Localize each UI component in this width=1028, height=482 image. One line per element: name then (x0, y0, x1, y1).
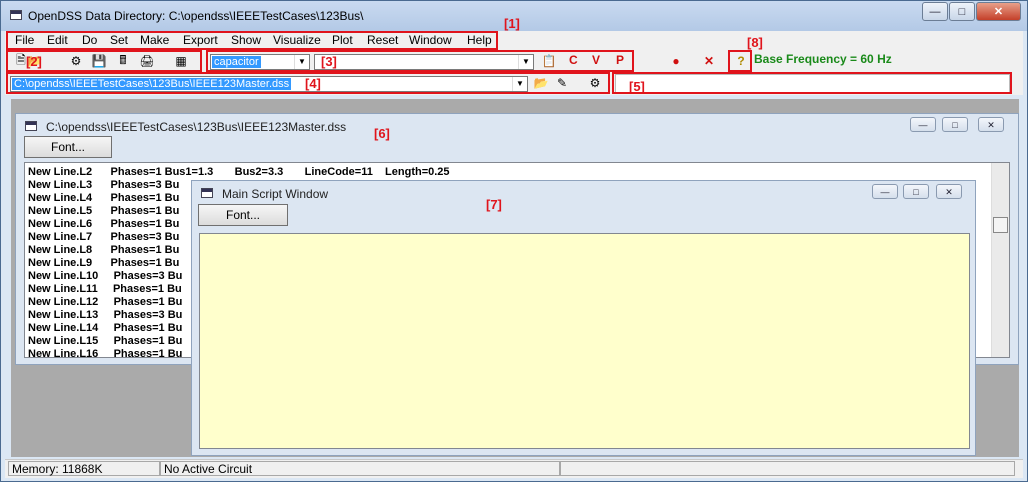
maximize-button[interactable]: □ (903, 184, 929, 199)
script-line: New Line.L10 Phases=3 Bu (28, 270, 183, 282)
minimize-button[interactable]: — (910, 117, 936, 132)
callout-label-2: [2] (26, 54, 42, 69)
close-button[interactable]: ✕ (978, 117, 1004, 132)
maximize-button[interactable]: □ (949, 2, 975, 21)
callout-box-1 (6, 31, 498, 50)
callout-label-6: [6] (374, 126, 390, 141)
base-frequency-label: Base Frequency = 60 Hz (754, 52, 892, 66)
script-line: New Line.L6 Phases=1 Bu (28, 218, 180, 230)
script-line: New Line.L2 Phases=1 Bus1=1.3 Bus2=3.3 L… (28, 166, 450, 178)
document-icon (25, 121, 37, 131)
script-line: New Line.L16 Phases=1 Bu (28, 348, 183, 358)
callout-label-4: [4] (305, 76, 321, 91)
minimize-button[interactable]: — (922, 2, 948, 21)
font-button[interactable]: Font... (198, 204, 288, 226)
script-window-title: Main Script Window (222, 187, 329, 201)
editor-window-title: C:\opendss\IEEETestCases\123Bus\IEEE123M… (46, 120, 347, 134)
callout-box-8 (728, 50, 752, 72)
circuit-status: No Active Circuit (160, 461, 560, 476)
script-line: New Line.L7 Phases=3 Bu (28, 231, 180, 243)
status-bar: Memory: 11868K No Active Circuit (5, 459, 1023, 478)
font-button[interactable]: Font... (24, 136, 112, 158)
script-line: New Line.L12 Phases=1 Bu (28, 296, 183, 308)
callout-label-7: [7] (486, 197, 502, 212)
memory-status: Memory: 11868K (8, 461, 160, 476)
callout-label-5: [5] (629, 79, 645, 94)
script-line: New Line.L11 Phases=1 Bu (28, 283, 182, 295)
minimize-button[interactable]: — (872, 184, 898, 199)
vertical-scrollbar[interactable] (991, 163, 1009, 357)
close-button[interactable]: ✕ (976, 2, 1021, 21)
window-title: OpenDSS Data Directory: C:\opendss\IEEET… (28, 9, 364, 23)
main-script-window: Main Script Window — □ ✕ Font... (191, 180, 976, 456)
script-line: New Line.L14 Phases=1 Bu (28, 322, 183, 334)
script-line: New Line.L4 Phases=1 Bu (28, 192, 180, 204)
callout-label-8: [8] (747, 35, 763, 50)
window-icon (201, 188, 213, 198)
script-line: New Line.L13 Phases=3 Bu (28, 309, 183, 321)
script-line: New Line.L5 Phases=1 Bu (28, 205, 180, 217)
status-panel-empty (560, 461, 1015, 476)
script-line: New Line.L15 Phases=1 Bu (28, 335, 183, 347)
callout-label-3: [3] (321, 54, 337, 69)
stop-icon[interactable]: ✕ (701, 53, 717, 69)
script-line: New Line.L3 Phases=3 Bu (28, 179, 180, 191)
callout-box-5 (612, 72, 1012, 94)
script-line: New Line.L9 Phases=1 Bu (28, 257, 180, 269)
app-icon (10, 10, 22, 20)
scroll-thumb[interactable] (993, 217, 1008, 233)
record-icon[interactable]: ● (668, 53, 684, 69)
close-button[interactable]: ✕ (936, 184, 962, 199)
script-line: New Line.L8 Phases=1 Bu (28, 244, 180, 256)
opendss-app-window: OpenDSS Data Directory: C:\opendss\IEEET… (0, 0, 1028, 482)
callout-box-3 (206, 50, 634, 72)
maximize-button[interactable]: □ (942, 117, 968, 132)
script-input-area[interactable] (199, 233, 970, 449)
callout-label-1: [1] (504, 16, 520, 31)
